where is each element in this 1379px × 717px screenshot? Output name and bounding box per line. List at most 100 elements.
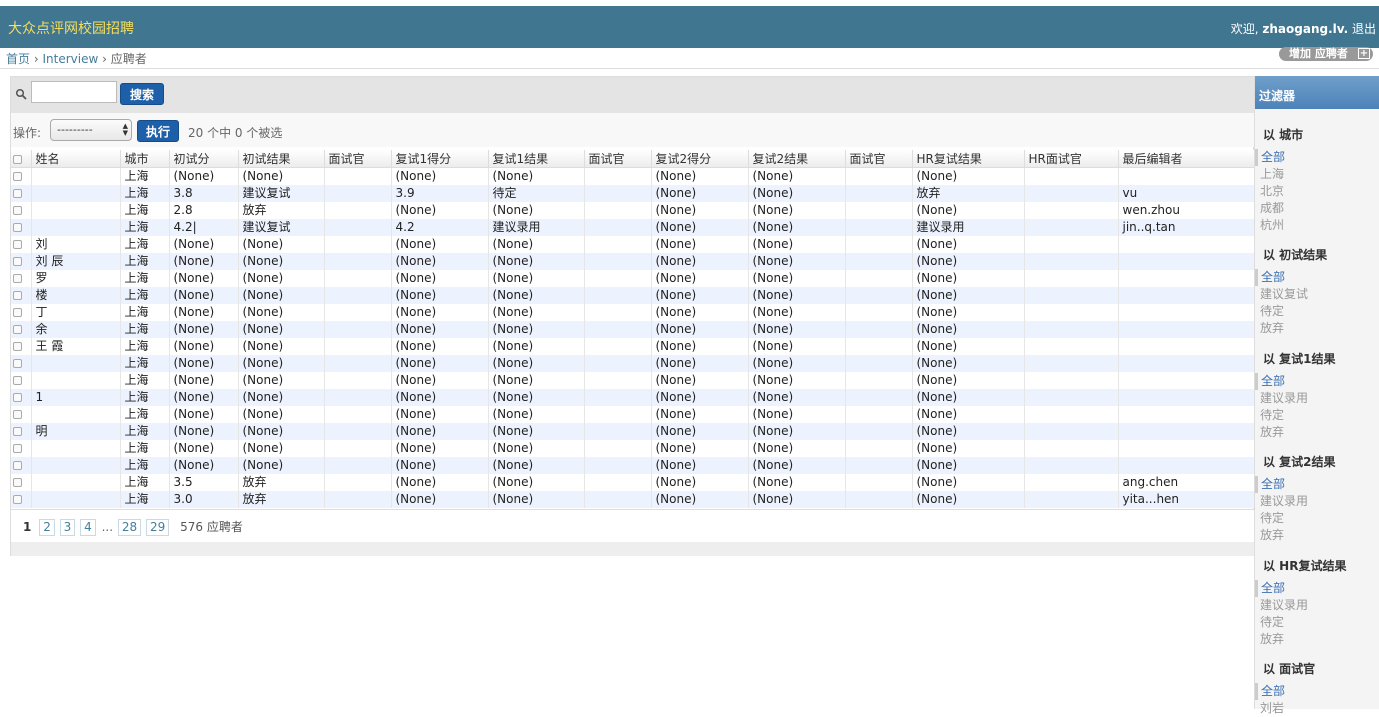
row-checkbox[interactable] (13, 461, 22, 470)
applicant-name-link[interactable] (30, 491, 120, 508)
applicant-name-link[interactable]: 楼 (30, 287, 120, 304)
column-header[interactable]: 城市 (119, 150, 169, 168)
filter-option[interactable]: 全部 (1255, 373, 1379, 390)
row-checkbox[interactable] (13, 206, 22, 215)
column-header[interactable]: 复试1结果 (487, 150, 584, 168)
filter-option[interactable]: 全部 (1255, 683, 1379, 700)
column-header[interactable]: 初试结果 (237, 150, 324, 168)
row-checkbox[interactable] (13, 359, 22, 368)
filter-option[interactable]: 全部 (1255, 580, 1379, 597)
row-checkbox[interactable] (13, 444, 22, 453)
page-link[interactable]: 2 (39, 519, 55, 536)
filter-option[interactable]: 建议复试 (1255, 286, 1379, 303)
row-checkbox[interactable] (13, 240, 22, 249)
filter-option[interactable]: 放弃 (1255, 320, 1379, 337)
row-checkbox[interactable] (13, 274, 22, 283)
column-header[interactable]: 面试官 (323, 150, 391, 168)
applicant-name-link[interactable] (30, 219, 120, 236)
site-brand[interactable]: 大众点评网校园招聘 (8, 18, 134, 38)
filter-option[interactable]: 放弃 (1255, 631, 1379, 648)
filter-option[interactable]: 建议录用 (1255, 597, 1379, 614)
column-header[interactable]: 面试官 (844, 150, 912, 168)
filter-option[interactable]: 北京 (1255, 183, 1379, 200)
filter-option[interactable]: 放弃 (1255, 424, 1379, 441)
filter-option[interactable]: 放弃 (1255, 527, 1379, 544)
row-checkbox[interactable] (13, 376, 22, 385)
applicant-name-link[interactable]: 余 (30, 321, 120, 338)
applicant-name-link[interactable]: 刘 (30, 236, 120, 253)
logout-link[interactable]: 退出 (1352, 22, 1376, 36)
go-button[interactable]: 执行 (137, 120, 179, 142)
applicant-name-link[interactable]: 明 (30, 423, 120, 440)
applicant-name-link[interactable]: 1 (30, 389, 120, 406)
row-checkbox[interactable] (13, 427, 22, 436)
applicant-name-link[interactable] (30, 167, 120, 185)
row-checkbox[interactable] (13, 410, 22, 419)
filter-option[interactable]: 待定 (1255, 510, 1379, 527)
filter-option[interactable]: 全部 (1255, 149, 1379, 166)
applicant-name-link[interactable] (30, 202, 120, 219)
breadcrumb-app[interactable]: Interview (42, 52, 98, 66)
filter-option[interactable]: 杭州 (1255, 217, 1379, 234)
applicant-name-link[interactable] (30, 474, 120, 491)
filter-option[interactable]: 上海 (1255, 166, 1379, 183)
filter-option[interactable]: 待定 (1255, 303, 1379, 320)
breadcrumb-home[interactable]: 首页 (6, 52, 30, 66)
search-input[interactable] (31, 81, 117, 103)
row-checkbox[interactable] (13, 291, 22, 300)
row-checkbox[interactable] (13, 172, 22, 181)
column-header[interactable]: 姓名 (30, 150, 120, 168)
column-header[interactable]: HR复试结果 (911, 150, 1024, 168)
filter-option[interactable]: 成都 (1255, 200, 1379, 217)
page-link[interactable]: 3 (59, 519, 76, 536)
column-header[interactable]: HR面试官 (1023, 150, 1118, 168)
row-checkbox[interactable] (13, 223, 22, 232)
table-cell: (None) (747, 338, 845, 355)
filter-option[interactable]: 待定 (1255, 407, 1379, 424)
table-cell (1117, 338, 1254, 355)
filter-option[interactable]: 全部 (1255, 269, 1379, 286)
applicant-name-link[interactable] (30, 406, 120, 423)
row-checkbox[interactable] (13, 478, 22, 487)
row-checkbox[interactable] (13, 308, 22, 317)
applicant-name-link[interactable] (30, 372, 120, 389)
select-all-checkbox[interactable] (13, 154, 22, 164)
filter-option[interactable]: 建议录用 (1255, 493, 1379, 510)
applicant-name-link[interactable]: 罗 (30, 270, 120, 287)
add-applicant-button[interactable]: 增加 应聘者 + (1279, 47, 1373, 61)
welcome-text: 欢迎, (1230, 22, 1259, 36)
row-checkbox[interactable] (13, 189, 22, 198)
table-cell (1023, 389, 1118, 406)
row-checkbox[interactable] (13, 342, 22, 351)
table-cell (1117, 270, 1254, 287)
page-link[interactable]: 29 (145, 519, 170, 536)
page-link[interactable]: 28 (117, 519, 142, 536)
column-header[interactable]: 复试2得分 (650, 150, 748, 168)
row-checkbox[interactable] (13, 257, 22, 266)
applicant-name-link[interactable] (30, 355, 120, 372)
filter-option[interactable]: 待定 (1255, 614, 1379, 631)
table-row: 余上海 (None) (None) (None) (None) (None) (None)(… (11, 321, 1254, 338)
column-header[interactable]: 复试2结果 (747, 150, 845, 168)
table-cell: 上海 (119, 474, 169, 491)
applicant-name-link[interactable]: 刘 辰 (30, 253, 120, 270)
applicant-name-link[interactable] (30, 440, 120, 457)
action-select[interactable]: --------- ▲ ▼ (50, 119, 132, 141)
column-header[interactable]: 复试1得分 (390, 150, 488, 168)
table-cell: (None) (237, 270, 324, 287)
filter-option[interactable]: 全部 (1255, 476, 1379, 493)
applicant-name-link[interactable] (30, 185, 120, 202)
column-header[interactable]: 最后编辑者 (1117, 150, 1254, 168)
column-header[interactable]: 初试分 (168, 150, 238, 168)
column-header[interactable]: 面试官 (583, 150, 651, 168)
applicant-name-link[interactable]: 王 霞 (30, 338, 120, 355)
row-checkbox[interactable] (13, 325, 22, 334)
page-link[interactable]: 4 (80, 519, 96, 536)
search-button[interactable]: 搜索 (120, 83, 164, 105)
applicant-name-link[interactable] (30, 457, 120, 474)
applicant-name-link[interactable]: 丁 (30, 304, 120, 321)
filter-group: 以 面试官 全部 刘岩 (1255, 660, 1379, 717)
filter-option[interactable]: 建议录用 (1255, 390, 1379, 407)
row-checkbox[interactable] (13, 495, 22, 504)
row-checkbox[interactable] (13, 393, 22, 402)
